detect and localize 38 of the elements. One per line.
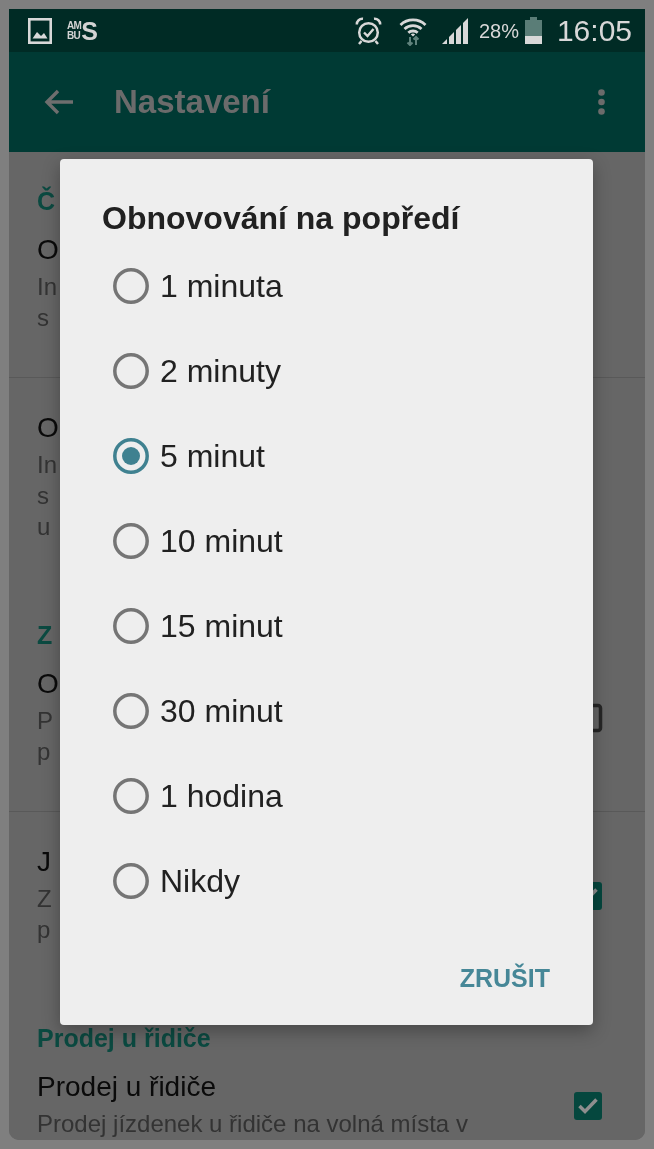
radio-button[interactable]: [113, 607, 149, 644]
more-options-icon[interactable]: [598, 89, 605, 115]
section-header: Prodej u řidiče: [37, 1024, 211, 1052]
radio-button[interactable]: [113, 862, 149, 899]
setting-title: O: [37, 669, 59, 699]
radio-button[interactable]: [113, 267, 149, 304]
battery-percent: 28%: [478, 18, 519, 43]
option-label[interactable]: 10 minut: [160, 521, 283, 560]
checkbox[interactable]: [593, 703, 603, 733]
radio-button[interactable]: [113, 437, 149, 474]
option-label[interactable]: Nikdy: [160, 861, 240, 900]
section-header: Č: [37, 187, 56, 215]
checkbox[interactable]: [573, 1090, 603, 1121]
battery-icon: [524, 17, 542, 44]
radio-button[interactable]: [113, 692, 149, 729]
radio-button[interactable]: [113, 777, 149, 814]
setting-title: Prodej u řidiče: [37, 1072, 216, 1102]
checkbox[interactable]: [593, 881, 603, 911]
radio-button[interactable]: [113, 522, 149, 559]
signal-icon: [441, 17, 469, 44]
clock-time: 16:05: [556, 12, 632, 49]
alarm-clock-icon: [354, 16, 382, 45]
image-icon: [28, 17, 52, 44]
setting-title: O: [37, 413, 59, 443]
option-label[interactable]: 30 minut: [160, 691, 283, 730]
option-label[interactable]: 15 minut: [160, 606, 283, 645]
dialog-title: Obnovování na popředí: [102, 199, 460, 238]
setting-title: J: [37, 847, 51, 877]
section-header: Z: [37, 621, 53, 649]
option-label[interactable]: 1 hodina: [160, 776, 283, 815]
option-label[interactable]: 2 minuty: [160, 351, 281, 390]
option-label[interactable]: 1 minuta: [160, 266, 283, 305]
setting-title: O: [37, 235, 59, 265]
app-bar-title: Nastavení: [114, 82, 270, 122]
back-arrow-icon[interactable]: [44, 89, 74, 115]
cancel-button[interactable]: ZRUŠIT: [447, 954, 562, 1002]
option-label[interactable]: 5 minut: [160, 436, 265, 475]
radio-button[interactable]: [113, 352, 149, 389]
